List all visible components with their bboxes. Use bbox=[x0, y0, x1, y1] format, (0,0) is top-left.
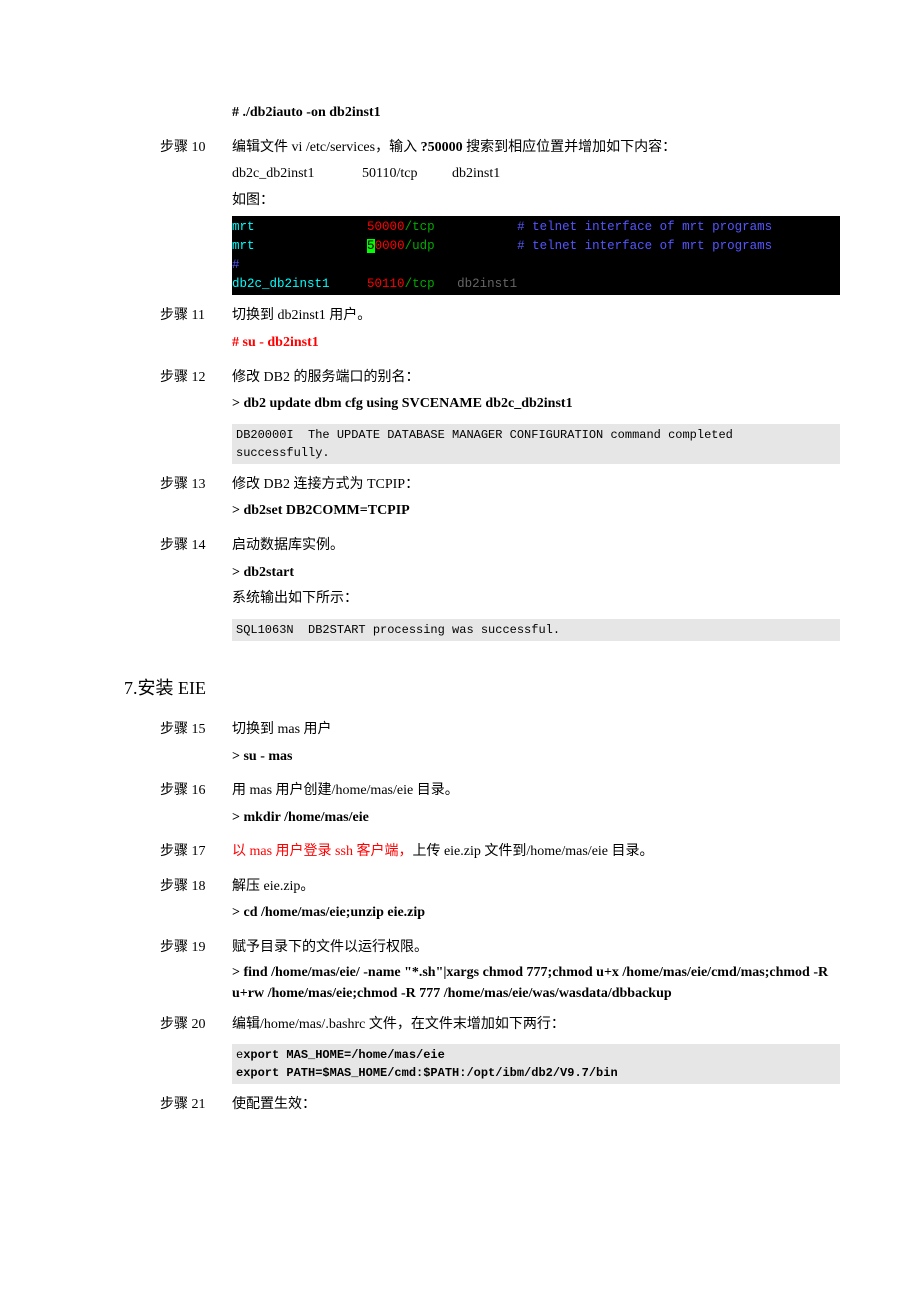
svc: mrt bbox=[232, 239, 255, 253]
command: > mkdir /home/mas/eie bbox=[232, 805, 840, 832]
step-desc: 切换到 mas 用户 bbox=[232, 717, 840, 744]
step-label: 步骤 17 bbox=[160, 839, 232, 866]
step-desc: 启动数据库实例。 bbox=[232, 533, 840, 560]
comment: # bbox=[232, 258, 240, 272]
svc: mrt bbox=[232, 220, 255, 234]
step-desc: 编辑/home/mas/.bashrc 文件，在文件末增加如下两行： bbox=[232, 1012, 840, 1039]
port: 0000 bbox=[375, 239, 405, 253]
hl: 5 bbox=[367, 239, 375, 253]
command: > find /home/mas/eie/ -name "*.sh"|xargs… bbox=[232, 962, 840, 1004]
text: 编辑文件 vi /etc/services，输入 bbox=[232, 140, 421, 155]
command: > db2 update dbm cfg using SVCENAME db2c… bbox=[232, 391, 840, 418]
step-desc: 修改 DB2 连接方式为 TCPIP： bbox=[232, 472, 840, 499]
output-block: export MAS_HOME=/home/mas/eie export PAT… bbox=[232, 1044, 840, 1084]
step-14: 步骤 14 启动数据库实例。 bbox=[160, 533, 840, 560]
command: > cd /home/mas/eie;unzip eie.zip bbox=[232, 900, 840, 927]
section-heading: 7.安装 EIE bbox=[124, 671, 840, 705]
step-21: 步骤 21 使配置生效： bbox=[160, 1092, 840, 1119]
port: 50000 bbox=[367, 220, 405, 234]
step-label: 步骤 18 bbox=[160, 874, 232, 901]
step-15: 步骤 15 切换到 mas 用户 bbox=[160, 717, 840, 744]
step-label: 步骤 14 bbox=[160, 533, 232, 560]
proto: /tcp bbox=[405, 277, 435, 291]
port: 50110 bbox=[367, 277, 405, 291]
step-desc: 修改 DB2 的服务端口的别名： bbox=[232, 365, 840, 392]
step-11: 步骤 11 切换到 db2inst1 用户。 bbox=[160, 303, 840, 330]
step-label: 步骤 12 bbox=[160, 365, 232, 392]
step-label: 步骤 15 bbox=[160, 717, 232, 744]
text: xport MAS_HOME=/home/mas/eie export PATH… bbox=[236, 1048, 618, 1080]
step-desc: 用 mas 用户创建/home/mas/eie 目录。 bbox=[232, 778, 840, 805]
note: 系统输出如下所示： bbox=[232, 586, 840, 613]
step-desc: 赋予目录下的文件以运行权限。 bbox=[232, 935, 840, 962]
step-18: 步骤 18 解压 eie.zip。 bbox=[160, 874, 840, 901]
step-label: 步骤 10 bbox=[160, 135, 232, 162]
command: > db2start bbox=[232, 560, 840, 587]
comment: # telnet interface of mrt programs bbox=[517, 239, 772, 253]
step-label: 步骤 20 bbox=[160, 1012, 232, 1039]
command: # su - db2inst1 bbox=[232, 330, 840, 357]
caption: 如图： bbox=[232, 188, 840, 215]
text: 上传 eie.zip 文件到/home/mas/eie 目录。 bbox=[412, 844, 653, 859]
proto: /udp bbox=[405, 239, 435, 253]
proto: /tcp bbox=[405, 220, 435, 234]
col3: db2inst1 bbox=[452, 166, 500, 181]
text: 搜索到相应位置并增加如下内容： bbox=[463, 140, 677, 155]
comment: # telnet interface of mrt programs bbox=[517, 220, 772, 234]
red-segment: 以 mas 用户登录 ssh 客户端， bbox=[232, 844, 412, 859]
step-label: 步骤 19 bbox=[160, 935, 232, 962]
step-12: 步骤 12 修改 DB2 的服务端口的别名： bbox=[160, 365, 840, 392]
terminal-screenshot: mrt 50000/tcp # telnet interface of mrt … bbox=[232, 216, 840, 295]
step-label: 步骤 13 bbox=[160, 472, 232, 499]
step-desc: 编辑文件 vi /etc/services，输入 ?50000 搜索到相应位置并… bbox=[232, 135, 840, 162]
step-20: 步骤 20 编辑/home/mas/.bashrc 文件，在文件末增加如下两行： bbox=[160, 1012, 840, 1039]
step-desc: 解压 eie.zip。 bbox=[232, 874, 840, 901]
search-term: ?50000 bbox=[421, 140, 463, 155]
step-desc: 切换到 db2inst1 用户。 bbox=[232, 303, 840, 330]
config-line: db2c_db2inst150110/tcpdb2inst1 bbox=[232, 161, 840, 188]
col2: 50110/tcp bbox=[362, 161, 452, 188]
command: > su - mas bbox=[232, 744, 840, 771]
output-block: DB20000I The UPDATE DATABASE MANAGER CON… bbox=[232, 424, 840, 464]
step-13: 步骤 13 修改 DB2 连接方式为 TCPIP： bbox=[160, 472, 840, 499]
col1: db2c_db2inst1 bbox=[232, 161, 362, 188]
step-10: 步骤 10 编辑文件 vi /etc/services，输入 ?50000 搜索… bbox=[160, 135, 840, 162]
pre-command: # ./db2iauto -on db2inst1 bbox=[232, 100, 840, 127]
step-desc: 使配置生效： bbox=[232, 1092, 840, 1119]
command: > db2set DB2COMM=TCPIP bbox=[232, 498, 840, 525]
step-label: 步骤 11 bbox=[160, 303, 232, 330]
alias: db2inst1 bbox=[457, 277, 517, 291]
output-block: SQL1063N DB2START processing was success… bbox=[232, 619, 840, 641]
step-16: 步骤 16 用 mas 用户创建/home/mas/eie 目录。 bbox=[160, 778, 840, 805]
svc: db2c_db2inst1 bbox=[232, 277, 330, 291]
step-19: 步骤 19 赋予目录下的文件以运行权限。 bbox=[160, 935, 840, 962]
step-17: 步骤 17 以 mas 用户登录 ssh 客户端，上传 eie.zip 文件到/… bbox=[160, 839, 840, 866]
step-label: 步骤 21 bbox=[160, 1092, 232, 1119]
step-label: 步骤 16 bbox=[160, 778, 232, 805]
step-desc: 以 mas 用户登录 ssh 客户端，上传 eie.zip 文件到/home/m… bbox=[232, 839, 840, 866]
